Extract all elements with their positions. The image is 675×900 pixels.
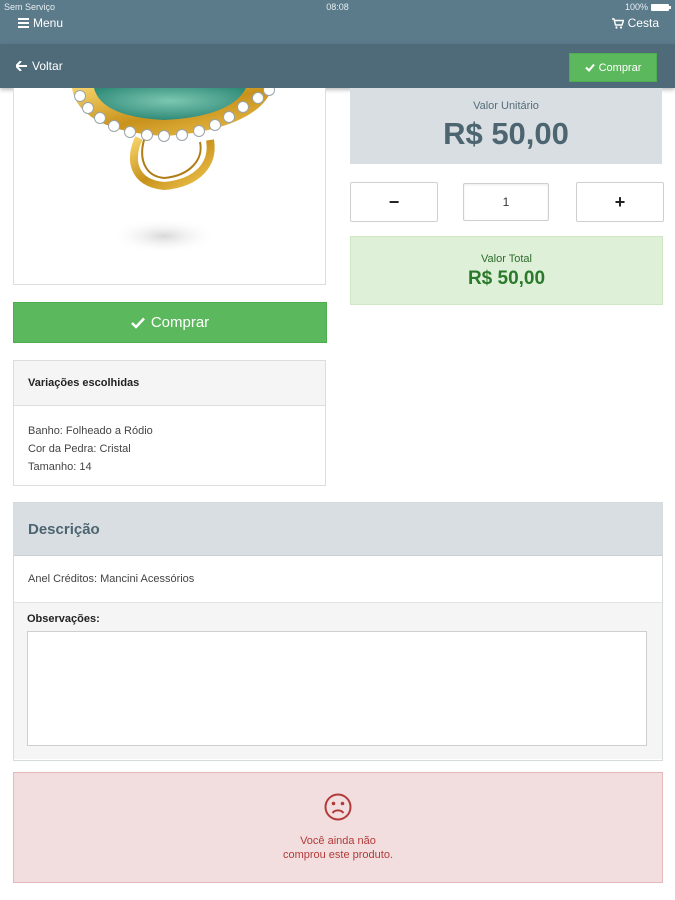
hamburger-icon bbox=[18, 18, 29, 28]
back-button[interactable]: Voltar bbox=[16, 59, 63, 73]
arrow-left-icon bbox=[16, 61, 27, 71]
status-bar: Sem Serviço 08:08 100% bbox=[0, 0, 675, 14]
buy-button-top[interactable]: Comprar bbox=[569, 53, 657, 82]
buy-top-label: Comprar bbox=[598, 61, 642, 74]
increase-quantity-button[interactable]: + bbox=[576, 182, 664, 222]
variations-list: Banho: Folheado a Ródio Cor da Pedra: Cr… bbox=[14, 406, 325, 476]
observations-field[interactable] bbox=[27, 631, 647, 746]
description-title: Descrição bbox=[14, 503, 662, 556]
check-icon bbox=[130, 317, 145, 329]
alert-line: comprou este produto. bbox=[282, 849, 394, 861]
back-label: Voltar bbox=[32, 59, 63, 73]
cart-icon bbox=[611, 17, 624, 29]
product-image-card bbox=[13, 88, 326, 285]
cart-label: Cesta bbox=[627, 16, 659, 30]
product-ring-image bbox=[72, 88, 275, 254]
variations-title: Variações escolhidas bbox=[14, 361, 325, 406]
variation-item: Banho: Folheado a Ródio bbox=[28, 425, 153, 437]
description-panel: Descrição Anel Créditos: Mancini Acessór… bbox=[13, 502, 663, 761]
buy-button-label: Comprar bbox=[150, 314, 210, 331]
battery-icon bbox=[651, 3, 671, 11]
clock: 08:08 bbox=[326, 2, 349, 12]
total-price-label: Valor Total bbox=[481, 253, 532, 265]
description-text: Anel Créditos: Mancini Acessórios bbox=[14, 556, 662, 603]
menu-button[interactable]: Menu bbox=[18, 16, 63, 30]
unit-price-label: Valor Unitário bbox=[473, 100, 539, 112]
battery-indicator: 100% bbox=[624, 2, 671, 12]
variation-item: Tamanho: 14 bbox=[28, 461, 92, 473]
variation-item: Cor da Pedra: Cristal bbox=[28, 443, 131, 455]
decrease-quantity-button[interactable]: − bbox=[350, 182, 438, 222]
check-icon bbox=[584, 63, 595, 72]
navbar: Voltar Comprar bbox=[0, 44, 675, 88]
observations-section: Observações: bbox=[14, 603, 662, 759]
cart-button[interactable]: Cesta bbox=[611, 16, 659, 30]
not-purchased-alert: Você ainda não comprou este produto. bbox=[13, 772, 663, 883]
observations-label: Observações: bbox=[27, 613, 100, 625]
variations-panel: Variações escolhidas Banho: Folheado a R… bbox=[13, 360, 326, 486]
battery-percent: 100% bbox=[624, 2, 648, 12]
alert-line: Você ainda não bbox=[300, 835, 376, 847]
app-header: Sem Serviço 08:08 100% Menu Cesta bbox=[0, 0, 675, 44]
buy-button[interactable]: Comprar bbox=[13, 302, 327, 343]
menu-label: Menu bbox=[33, 16, 64, 30]
alert-message: Você ainda não comprou este produto. bbox=[14, 834, 662, 862]
unit-price-value: R$ 50,00 bbox=[443, 116, 569, 151]
total-price-box: Valor Total R$ 50,00 bbox=[350, 236, 663, 305]
unit-price-box: Valor Unitário R$ 50,00 bbox=[350, 88, 662, 164]
total-price-value: R$ 50,00 bbox=[467, 268, 546, 289]
quantity-input[interactable] bbox=[463, 183, 549, 221]
sad-face-icon bbox=[324, 793, 352, 821]
